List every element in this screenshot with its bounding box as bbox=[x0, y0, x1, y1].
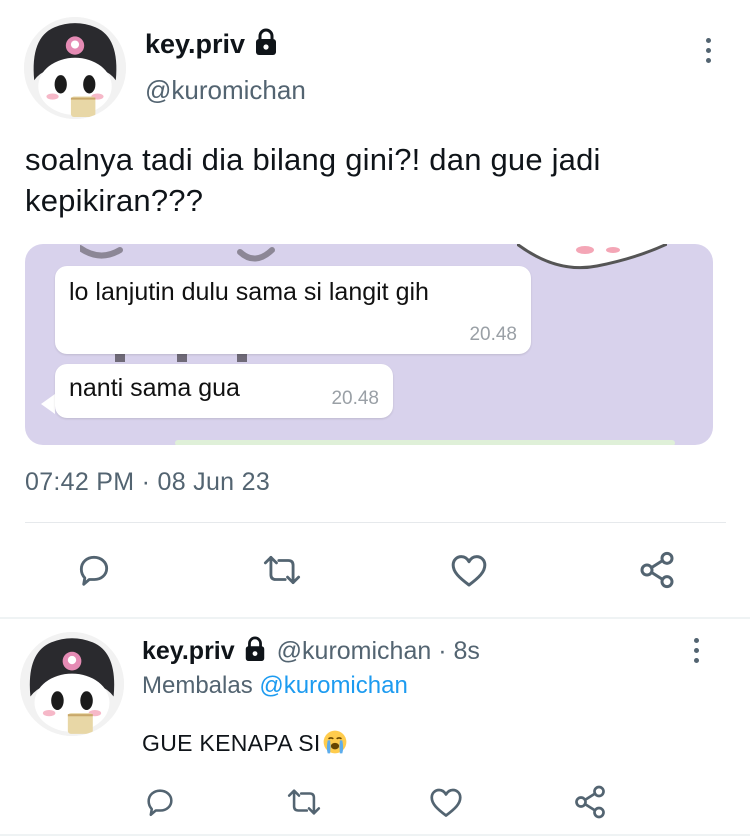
reply-button[interactable] bbox=[72, 548, 116, 592]
heart-icon bbox=[449, 551, 489, 589]
like-button[interactable] bbox=[426, 782, 466, 822]
divider bbox=[25, 522, 726, 523]
retweet-button[interactable] bbox=[258, 548, 306, 592]
chat-message-text: nanti sama gua bbox=[69, 374, 240, 402]
tweet-text-line-2: kepikiran??? bbox=[25, 183, 204, 218]
reply-button[interactable] bbox=[140, 782, 180, 822]
author-name-row: key.priv bbox=[145, 28, 279, 61]
wallpaper-character bbox=[517, 244, 667, 270]
handle-and-time[interactable]: @kuromichan · 8s bbox=[277, 637, 480, 666]
replying-to-mention[interactable]: @kuromichan bbox=[259, 672, 407, 699]
reply-text: GUE KENAPA SI bbox=[142, 729, 348, 757]
share-button[interactable] bbox=[570, 782, 610, 822]
retweet-icon bbox=[285, 785, 323, 819]
tweet-timestamp[interactable]: 07:42 PM · 08 Jun 23 bbox=[25, 468, 270, 497]
lock-icon bbox=[243, 636, 267, 667]
next-bubble-edge bbox=[175, 440, 675, 445]
more-vertical-icon[interactable] bbox=[702, 38, 714, 63]
reply-text-content: GUE KENAPA SI bbox=[142, 730, 321, 756]
handle[interactable]: @kuromichan bbox=[145, 75, 306, 106]
display-name[interactable]: key.priv bbox=[142, 637, 235, 666]
comment-icon bbox=[75, 551, 113, 589]
like-button[interactable] bbox=[446, 548, 492, 592]
chat-message-time: 20.48 bbox=[469, 324, 517, 345]
replying-to-label: Membalas bbox=[142, 672, 253, 699]
retweet-button[interactable] bbox=[282, 782, 326, 822]
media-image[interactable]: lo lanjutin dulu sama si langit gih 20.4… bbox=[25, 244, 713, 445]
retweet-icon bbox=[261, 551, 303, 589]
chat-message-time: 20.48 bbox=[331, 388, 379, 409]
chat-bubble: lo lanjutin dulu sama si langit gih 20.4… bbox=[55, 266, 531, 354]
chat-bubble-tail bbox=[41, 394, 55, 414]
loudly-crying-face-icon bbox=[323, 730, 346, 754]
lock-icon bbox=[253, 28, 279, 61]
display-name[interactable]: key.priv bbox=[145, 29, 245, 60]
share-button[interactable] bbox=[634, 548, 680, 592]
reply-author-row: key.priv @kuromichan · 8s bbox=[142, 636, 480, 667]
tweet-text-line-1: soalnya tadi dia bilang gini?! dan gue j… bbox=[25, 142, 601, 177]
heart-icon bbox=[428, 785, 464, 819]
avatar[interactable] bbox=[20, 632, 124, 736]
comment-icon bbox=[143, 785, 177, 819]
replying-to: Membalas @kuromichan bbox=[142, 672, 408, 700]
more-vertical-icon[interactable] bbox=[690, 638, 702, 663]
chat-message-text: lo lanjutin dulu sama si langit gih bbox=[69, 278, 429, 306]
share-icon bbox=[637, 550, 677, 590]
avatar[interactable] bbox=[24, 17, 126, 119]
chat-bubble: nanti sama gua 20.48 bbox=[55, 364, 393, 418]
share-icon bbox=[572, 784, 608, 820]
tweet-separator bbox=[0, 617, 750, 619]
